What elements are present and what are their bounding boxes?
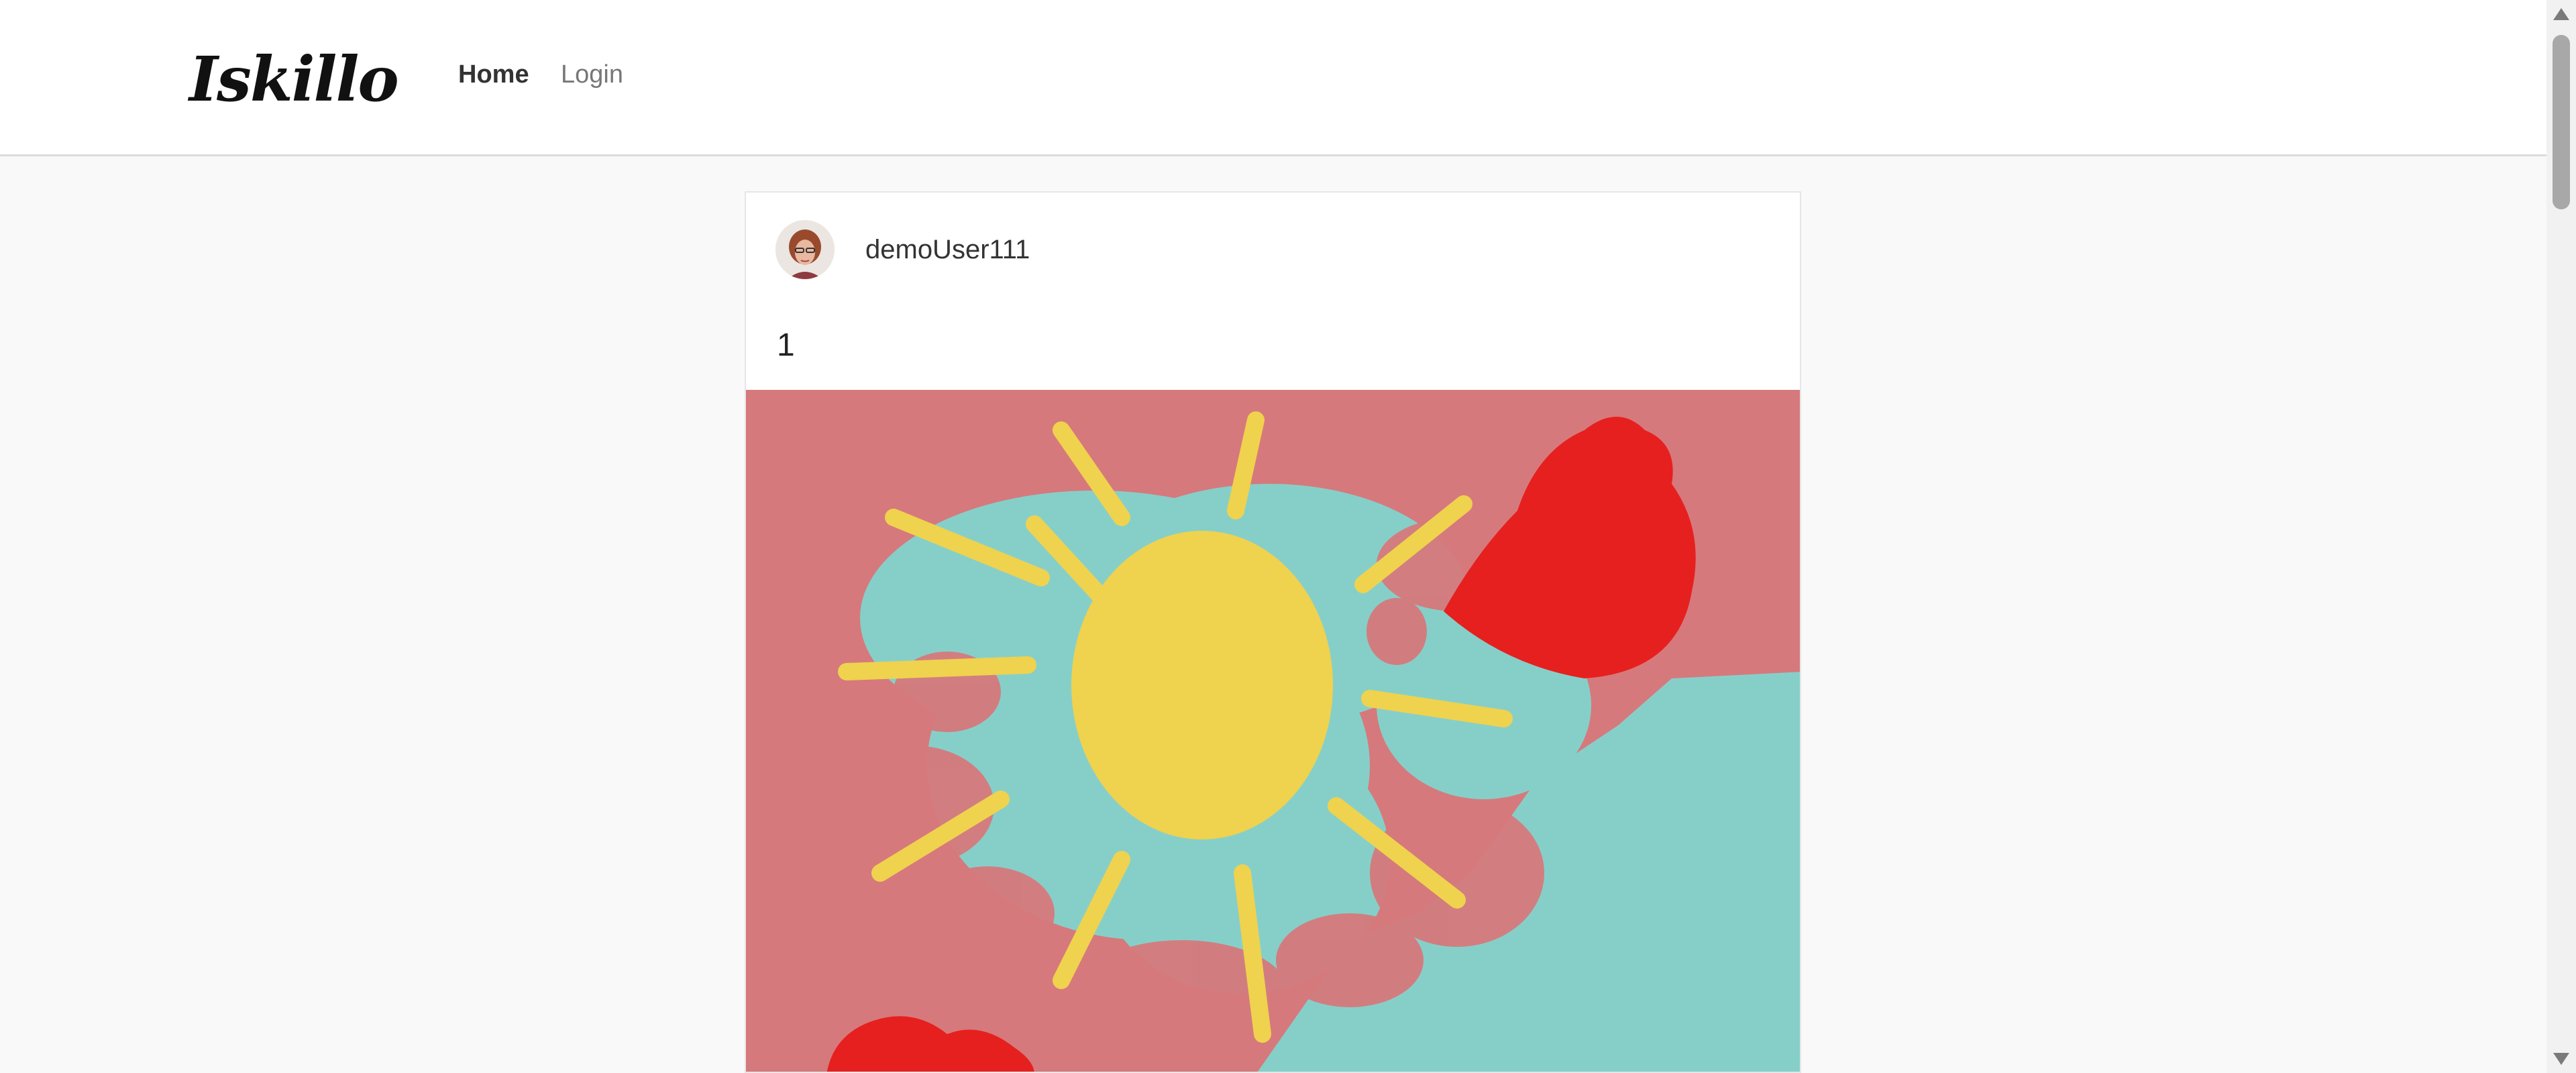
scrollbar-thumb[interactable] bbox=[2553, 35, 2570, 209]
brand-logo[interactable]: Iskillo bbox=[181, 40, 399, 117]
user-avatar[interactable] bbox=[775, 220, 835, 279]
top-navbar: Iskillo Home Login bbox=[0, 0, 2546, 156]
nav-login-link[interactable]: Login bbox=[561, 60, 623, 89]
page-scrollbar[interactable] bbox=[2546, 0, 2576, 1073]
scroll-up-arrow-icon[interactable] bbox=[2553, 8, 2569, 20]
post-caption: 1 bbox=[777, 327, 795, 363]
post-image[interactable] bbox=[746, 390, 1801, 1073]
post-card: demoUser111 1 bbox=[745, 191, 1801, 1073]
avatar-portrait-icon bbox=[775, 220, 835, 279]
post-header: demoUser111 bbox=[775, 219, 1030, 280]
post-username[interactable]: demoUser111 bbox=[865, 235, 1030, 265]
brand-name: Iskillo bbox=[189, 42, 399, 115]
nav-home-link[interactable]: Home bbox=[458, 60, 529, 89]
scroll-down-arrow-icon[interactable] bbox=[2553, 1053, 2569, 1065]
